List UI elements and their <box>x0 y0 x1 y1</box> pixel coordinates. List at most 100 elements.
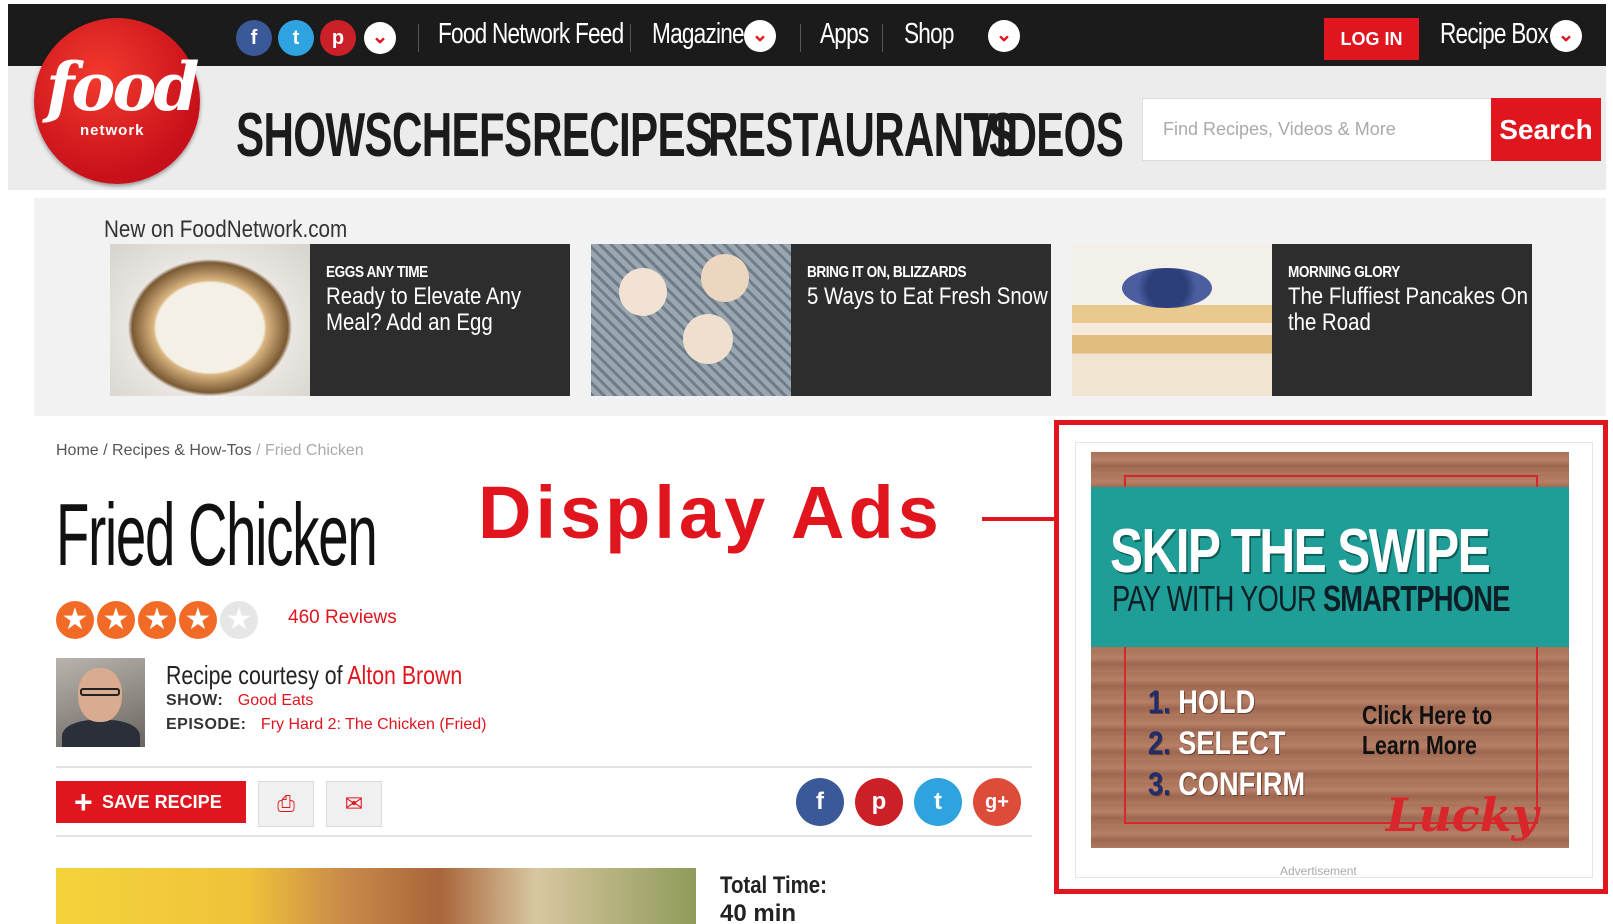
ad-brand-logo: Lucky <box>1386 788 1539 842</box>
breadcrumb-current: Fried Chicken <box>264 442 364 459</box>
promo-card[interactable]: BRING IT ON, BLIZZARDS 5 Ways to Eat Fre… <box>791 244 1051 396</box>
show-link[interactable]: Good Eats <box>238 692 314 709</box>
ad-headline: SKIP THE SWIPE <box>1110 517 1491 586</box>
ad-sub-prefix: PAY WITH YOUR <box>1112 578 1317 619</box>
link-food-network-feed[interactable]: Food Network Feed <box>438 18 624 51</box>
login-button[interactable]: LOG IN <box>1324 18 1419 60</box>
ad-step: 1. HOLD <box>1148 684 1255 721</box>
nav-recipes[interactable]: RECIPES <box>532 100 713 171</box>
shop-chevron-down-icon[interactable]: ⌄ <box>988 20 1020 52</box>
star-icon: ★ <box>179 601 217 639</box>
save-recipe-button[interactable]: + SAVE RECIPE <box>56 781 246 823</box>
promo-headline: Ready to Elevate Any Meal? Add an Egg <box>326 283 522 336</box>
promo-kicker: BRING IT ON, BLIZZARDS <box>807 264 967 281</box>
promo-kicker: EGGS ANY TIME <box>326 264 428 281</box>
search-box <box>1142 98 1492 161</box>
recipe-photo[interactable] <box>56 868 696 924</box>
promo-image-pancakes[interactable] <box>1072 244 1272 396</box>
top-utility-bar: f t p ⌄ Food Network Feed Magazine ⌄ App… <box>8 4 1606 66</box>
avatar-glasses <box>80 688 120 696</box>
separator <box>800 24 801 52</box>
ad-step-number: 2. <box>1148 725 1171 761</box>
promo-card[interactable]: EGGS ANY TIME Ready to Elevate Any Meal?… <box>310 244 570 396</box>
chevron-down-icon[interactable]: ⌄ <box>364 22 396 54</box>
episode-label: EPISODE: <box>166 716 247 733</box>
nav-shows[interactable]: SHOWS <box>236 100 393 171</box>
strip-title: New on FoodNetwork.com <box>104 216 348 243</box>
link-magazine[interactable]: Magazine <box>652 18 745 51</box>
email-button[interactable]: ✉ <box>326 781 382 827</box>
facebook-icon[interactable]: f <box>236 20 272 56</box>
star-icon: ★ <box>138 601 176 639</box>
twitter-icon[interactable]: t <box>278 20 314 56</box>
save-recipe-label: SAVE RECIPE <box>102 792 222 812</box>
promo-image-snow-cones[interactable] <box>591 244 791 396</box>
pinterest-icon[interactable]: p <box>320 20 356 56</box>
plus-icon: + <box>74 784 93 820</box>
promo-headline: 5 Ways to Eat Fresh Snow <box>807 283 1048 310</box>
ad-cta-line: Learn More <box>1362 730 1477 760</box>
page-title: Fried Chicken <box>56 485 378 584</box>
ad-cta[interactable]: Click Here to Learn More <box>1362 700 1492 760</box>
blueberries-shape <box>1122 268 1212 308</box>
share-pinterest-icon[interactable]: p <box>855 778 903 826</box>
food-network-logo[interactable]: food network <box>34 18 200 184</box>
ad-subheadline: PAY WITH YOUR SMARTPHONE <box>1112 578 1511 620</box>
separator <box>882 24 883 52</box>
ad-step-text: CONFIRM <box>1178 766 1306 802</box>
recipe-box-chevron-down-icon[interactable]: ⌄ <box>1550 20 1582 52</box>
display-ads-annotation: Display Ads <box>478 471 943 554</box>
share-google-plus-icon[interactable]: g+ <box>973 778 1021 826</box>
logo-word: food <box>46 48 200 126</box>
snow-cone-shape <box>701 254 749 302</box>
show-label: SHOW: <box>166 692 224 709</box>
annotation-pointer-line <box>982 517 1054 521</box>
ad-step: 3. CONFIRM <box>1148 766 1305 803</box>
total-time-value: 40 min <box>720 900 797 924</box>
courtesy-prefix: Recipe courtesy of <box>166 660 343 690</box>
ad-sub-bold: SMARTPHONE <box>1322 578 1511 619</box>
show-meta: SHOW: Good Eats <box>166 692 313 710</box>
snow-cone-shape <box>683 314 733 364</box>
breadcrumb: Home / Recipes & How-Tos / Fried Chicken <box>56 442 364 460</box>
star-empty-icon: ★ <box>220 601 258 639</box>
promo-headline: The Fluffiest Pancakes On the Road <box>1288 283 1529 336</box>
promo-image-egg-bowl[interactable] <box>110 244 310 396</box>
breadcrumb-home[interactable]: Home <box>56 442 99 459</box>
print-icon: ⎙ <box>277 791 295 816</box>
divider <box>56 766 1032 768</box>
nav-videos[interactable]: VIDEOS <box>968 100 1124 171</box>
share-twitter-icon[interactable]: t <box>914 778 962 826</box>
total-time-label: Total Time: <box>720 872 827 899</box>
avatar-body <box>62 720 140 747</box>
recipe-courtesy: Recipe courtesy of Alton Brown <box>166 660 462 691</box>
breadcrumb-section[interactable]: Recipes & How-Tos <box>112 442 252 459</box>
logo-sub: network <box>80 122 145 139</box>
episode-link[interactable]: Fry Hard 2: The Chicken (Fried) <box>261 716 487 733</box>
chef-link[interactable]: Alton Brown <box>347 660 462 690</box>
snow-cone-shape <box>619 268 667 316</box>
ad-step-number: 1. <box>1148 684 1171 720</box>
link-recipe-box[interactable]: Recipe Box <box>1440 18 1549 51</box>
reviews-link[interactable]: 460 Reviews <box>288 607 397 629</box>
episode-meta: EPISODE: Fry Hard 2: The Chicken (Fried) <box>166 716 486 734</box>
magazine-chevron-down-icon[interactable]: ⌄ <box>744 20 776 52</box>
advertisement-label: Advertisement <box>1280 864 1357 878</box>
chef-avatar[interactable] <box>56 658 145 747</box>
ad-cta-line: Click Here to <box>1362 700 1493 730</box>
separator <box>630 24 631 52</box>
divider <box>56 835 1032 837</box>
print-button[interactable]: ⎙ <box>258 781 314 827</box>
link-shop[interactable]: Shop <box>904 18 954 51</box>
search-input[interactable] <box>1143 99 1491 160</box>
star-icon: ★ <box>97 601 135 639</box>
search-button[interactable]: Search <box>1491 98 1601 161</box>
nav-chefs[interactable]: CHEFS <box>392 100 532 171</box>
ad-step-text: SELECT <box>1178 725 1286 761</box>
ad-step: 2. SELECT <box>1148 725 1286 762</box>
link-apps[interactable]: Apps <box>820 18 869 51</box>
promo-card[interactable]: MORNING GLORY The Fluffiest Pancakes On … <box>1272 244 1532 396</box>
share-facebook-icon[interactable]: f <box>796 778 844 826</box>
ad-step-text: HOLD <box>1178 684 1256 720</box>
breadcrumb-sep: / <box>256 442 265 459</box>
